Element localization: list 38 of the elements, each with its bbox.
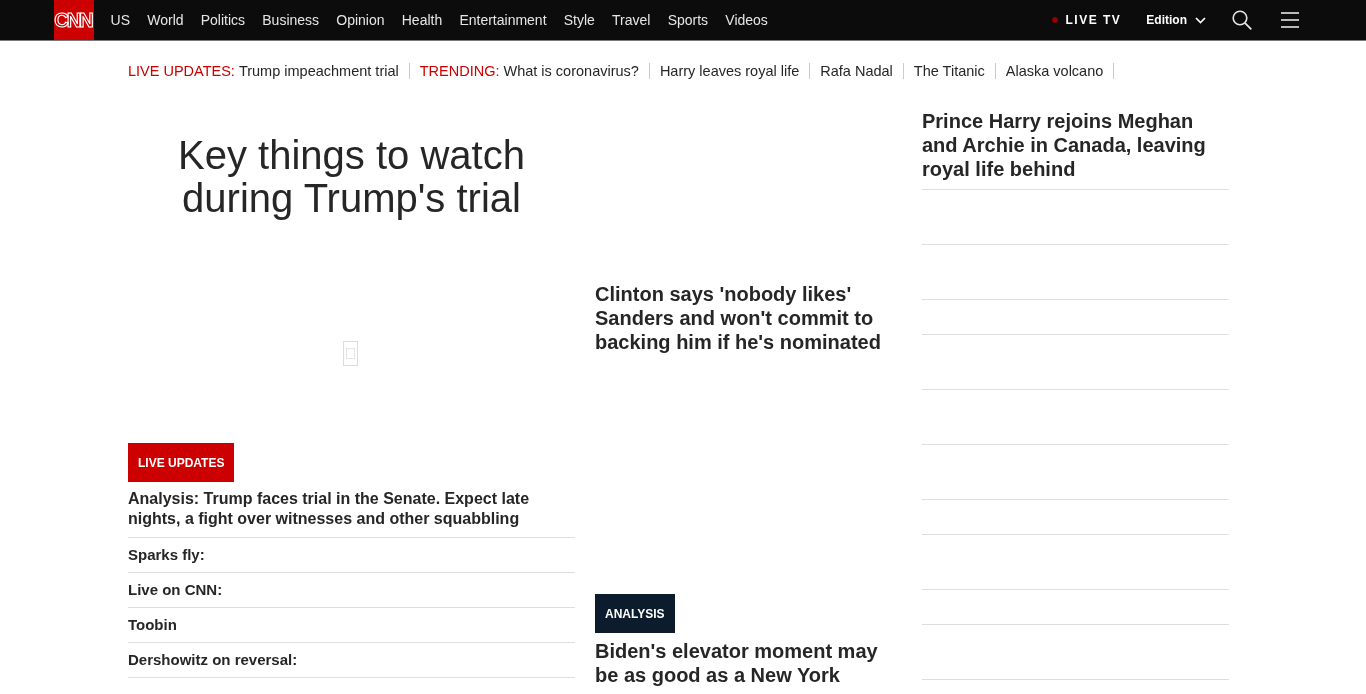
search-icon[interactable] [1232, 10, 1252, 30]
nav-link[interactable]: Travel [603, 0, 660, 40]
headline-link[interactable]: Prince Harry rejoins Meghan and Archie in Canada, leaving royal life behind [922, 109, 1229, 181]
trending-link[interactable]: Harry leaves royal life [659, 63, 800, 79]
story-link[interactable]: Live on CNN: [128, 581, 223, 599]
edition-button[interactable]: Edition [1146, 13, 1206, 27]
nav-link[interactable]: Business [253, 0, 328, 40]
live-dot-icon [1052, 17, 1059, 23]
missing-glyph-icon [343, 341, 358, 366]
live-tv-link[interactable]: LIVE TV [1052, 13, 1122, 27]
headline-link[interactable]: Key things to watch during Trump's trial [151, 134, 552, 220]
trending-label: LIVE UPDATES: [128, 63, 235, 79]
nav-link[interactable]: Videos [716, 0, 777, 40]
logo[interactable]: CNN [54, 0, 94, 40]
story-label-badge: LIVE UPDATES [128, 443, 235, 482]
nav-link[interactable]: Health [393, 0, 451, 40]
headline-link[interactable]: Analysis: Trump faces trial in the Senate. Expect late nights, a fight over witnesses and other squabbling [128, 489, 560, 529]
nav-link[interactable]: World [138, 0, 193, 40]
trending-link[interactable]: What is coronavirus? [503, 63, 639, 79]
story-link[interactable]: Toobin [128, 616, 177, 634]
nav-link[interactable]: Opinion [327, 0, 394, 40]
menu-icon[interactable] [1281, 12, 1299, 28]
nav-link[interactable]: Entertainment [450, 0, 556, 40]
nav-link[interactable]: Style [555, 0, 604, 40]
headline-link[interactable]: Clinton says 'nobody likes' Sanders and won't commit to backing him if he's nominated [595, 282, 893, 354]
nav-link[interactable]: US [102, 0, 139, 40]
trending-label: TRENDING: [419, 63, 500, 79]
story-link[interactable]: Sparks fly: [128, 546, 205, 564]
story-link[interactable]: Dershowitz on reversal: [128, 651, 298, 669]
chevron-down-icon [1195, 16, 1206, 24]
trending-link[interactable]: Trump impeachment trial [238, 63, 399, 79]
trending-link[interactable]: Alaska volcano [1005, 63, 1104, 79]
nav-link[interactable]: Politics [192, 0, 254, 40]
nav-link[interactable]: Sports [659, 0, 717, 40]
story-label-badge: ANALYSIS [595, 594, 675, 633]
trending-link[interactable]: Rafa Nadal [820, 63, 893, 79]
trending-link[interactable]: The Titanic [913, 63, 985, 79]
headline-link[interactable]: Biden's elevator moment may be as good as a New York [595, 639, 893, 687]
